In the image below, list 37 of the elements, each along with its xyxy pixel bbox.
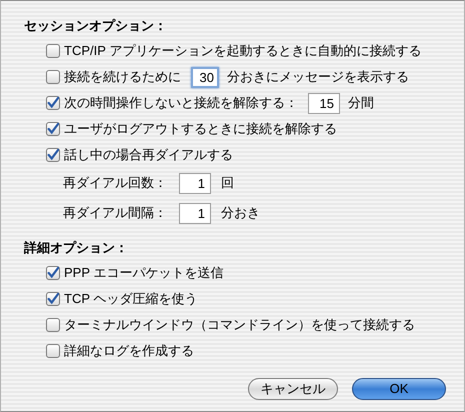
unit-label: 回: [221, 174, 234, 192]
ok-button[interactable]: OK: [352, 378, 446, 400]
checkbox-label: ユーザがログアウトするときに接続を解除する: [64, 120, 337, 138]
checkbox[interactable]: [46, 148, 60, 162]
number-field[interactable]: 30: [191, 66, 219, 88]
checkbox[interactable]: [46, 44, 60, 58]
checkmark-icon: [47, 122, 59, 136]
number-field[interactable]: 1: [179, 202, 211, 224]
checkbox-label: ターミナルウインドウ（コマンドライン）を使って接続する: [64, 316, 415, 334]
checkmark-icon: [47, 266, 59, 280]
checkbox-label: 話し中の場合再ダイアルする: [64, 146, 233, 164]
section-heading: セッションオプション：: [24, 17, 168, 36]
cancel-button[interactable]: キャンセル: [248, 378, 338, 400]
checkbox[interactable]: [46, 96, 60, 110]
checkbox-label: 次の時間操作しないと接続を解除する：: [64, 94, 298, 112]
checkbox[interactable]: [46, 266, 60, 280]
field-label: 再ダイアル回数：: [63, 174, 167, 192]
unit-label: 分おきにメッセージを表示する: [227, 68, 409, 86]
checkmark-icon: [47, 96, 59, 110]
unit-label: 分間: [348, 94, 374, 112]
checkbox-label: TCP/IP アプリケーションを起動するときに自動的に接続する: [64, 42, 422, 60]
checkbox-label: 接続を続けるために: [64, 68, 181, 86]
checkbox[interactable]: [46, 122, 60, 136]
checkbox[interactable]: [46, 318, 60, 332]
checkbox-label: TCP ヘッダ圧縮を使う: [64, 290, 198, 308]
checkbox-label: 詳細なログを作成する: [64, 342, 194, 360]
number-field[interactable]: 15: [308, 92, 340, 114]
checkbox[interactable]: [46, 292, 60, 306]
number-field[interactable]: 1: [179, 172, 211, 194]
checkmark-icon: [47, 292, 59, 306]
checkbox[interactable]: [46, 70, 60, 84]
field-label: 再ダイアル間隔：: [63, 204, 167, 222]
checkbox-label: PPP エコーパケットを送信: [64, 264, 224, 282]
checkmark-icon: [47, 148, 59, 162]
unit-label: 分おき: [221, 204, 260, 222]
section-heading: 詳細オプション：: [24, 239, 129, 258]
checkbox[interactable]: [46, 344, 60, 358]
